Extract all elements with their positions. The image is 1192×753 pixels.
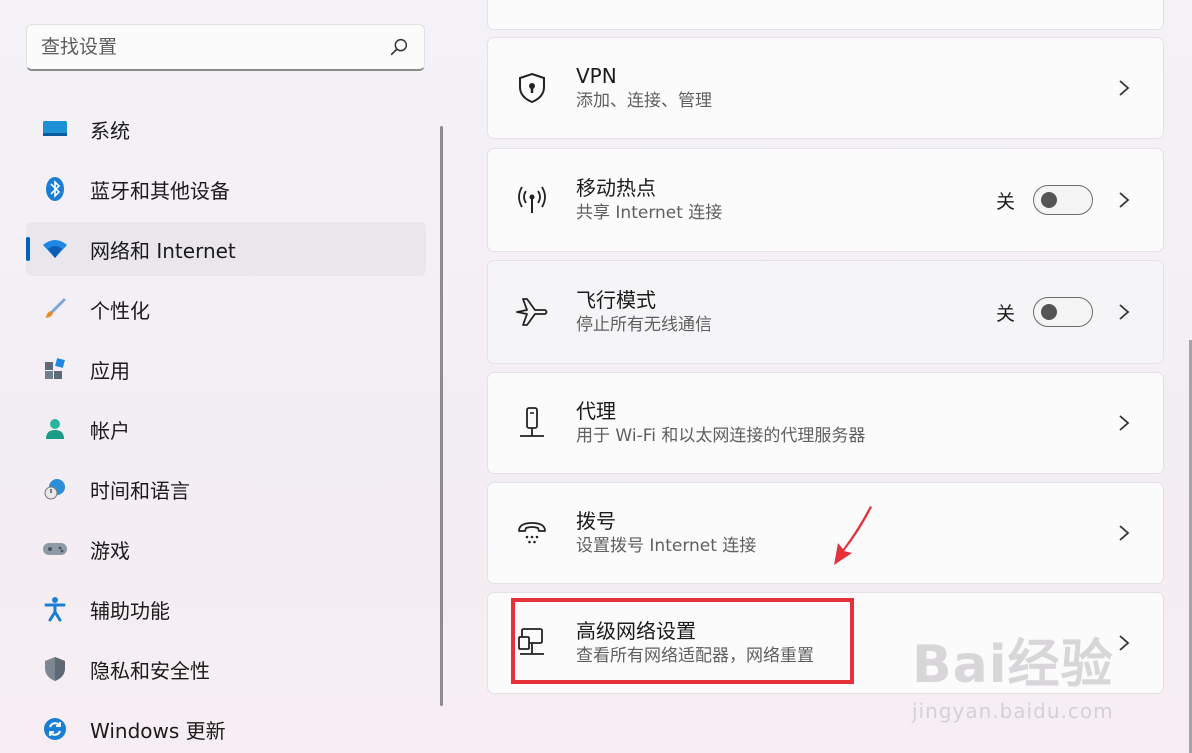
sidebar-item-privacy[interactable]: 隐私和安全性 — [26, 642, 426, 696]
chevron-right-icon — [1113, 77, 1135, 99]
sidebar-scrollbar[interactable] — [440, 126, 443, 706]
sidebar-item-label: 蓝牙和其他设备 — [90, 178, 230, 203]
monitor-icon — [42, 116, 68, 142]
airplane-icon — [512, 292, 552, 332]
sidebar-nav: 系统 蓝牙和其他设备 网络和 Internet 个性化 应用 帐户 时间和语言 … — [26, 102, 426, 753]
sidebar-item-bluetooth[interactable]: 蓝牙和其他设备 — [26, 162, 426, 216]
toggle-state-label: 关 — [995, 190, 1015, 213]
sidebar-item-label: 隐私和安全性 — [90, 658, 210, 683]
bluetooth-icon — [42, 176, 68, 202]
sidebar-item-label: 系统 — [90, 118, 130, 143]
card-mobile-hotspot[interactable]: 移动热点 共享 Internet 连接 关 — [487, 148, 1164, 252]
baidu-watermark: Bai经验 jingyan.baidu.com — [912, 622, 1182, 734]
sidebar-item-label: 网络和 Internet — [90, 238, 236, 263]
card-title: 代理 — [576, 399, 616, 423]
chevron-right-icon — [1113, 301, 1135, 323]
search-box[interactable] — [26, 24, 425, 71]
card-subtitle: 共享 Internet 连接 — [576, 203, 723, 223]
card-title: 飞行模式 — [576, 288, 656, 312]
card-dial-up[interactable]: 拨号 设置拨号 Internet 连接 — [487, 482, 1164, 584]
chevron-right-icon — [1113, 522, 1135, 544]
chevron-right-icon — [1113, 412, 1135, 434]
hotspot-toggle-group: 关 — [996, 185, 1093, 215]
chevron-right-icon — [1113, 189, 1135, 211]
person-icon — [42, 416, 68, 442]
card-title: VPN — [576, 64, 617, 88]
hotspot-toggle[interactable] — [1033, 185, 1093, 215]
card-subtitle: 用于 Wi-Fi 和以太网连接的代理服务器 — [576, 426, 866, 446]
annotation-arrow-icon — [834, 506, 872, 565]
sidebar-item-network[interactable]: 网络和 Internet — [26, 222, 426, 276]
toggle-knob — [1041, 304, 1057, 320]
wifi-icon — [42, 236, 68, 262]
sidebar-item-gaming[interactable]: 游戏 — [26, 522, 426, 576]
toggle-state-label: 关 — [995, 302, 1015, 325]
hotspot-icon — [512, 180, 552, 220]
annotation-highlight-box — [511, 598, 854, 684]
accessibility-icon — [42, 596, 68, 622]
proxy-icon — [512, 403, 552, 443]
airplane-toggle[interactable] — [1033, 297, 1093, 327]
clock-globe-icon — [42, 476, 68, 502]
watermark-main: Bai经验 — [912, 635, 1114, 695]
sidebar-item-label: 时间和语言 — [90, 478, 190, 503]
sidebar-item-label: 应用 — [90, 358, 130, 383]
sidebar-item-label: 帐户 — [90, 418, 130, 443]
card-partial-top[interactable] — [487, 0, 1164, 30]
sidebar-item-apps[interactable]: 应用 — [26, 342, 426, 396]
sidebar-item-label: 游戏 — [90, 538, 130, 563]
toggle-knob — [1041, 192, 1057, 208]
sidebar-item-system[interactable]: 系统 — [26, 102, 426, 156]
apps-icon — [42, 356, 68, 382]
search-input[interactable] — [41, 36, 388, 58]
sidebar-item-accounts[interactable]: 帐户 — [26, 402, 426, 456]
watermark-url: jingyan.baidu.com — [912, 699, 1114, 723]
shield-icon — [42, 656, 68, 682]
sidebar-item-label: 个性化 — [90, 298, 150, 323]
sidebar-item-personalization[interactable]: 个性化 — [26, 282, 426, 336]
card-title: 移动热点 — [576, 176, 656, 200]
sidebar-item-accessibility[interactable]: 辅助功能 — [26, 582, 426, 636]
card-subtitle: 停止所有无线通信 — [576, 315, 712, 335]
airplane-toggle-group: 关 — [996, 297, 1093, 327]
brush-icon — [42, 296, 68, 322]
dialup-phone-icon — [512, 513, 552, 553]
sidebar-item-label: Windows 更新 — [90, 718, 226, 743]
card-proxy[interactable]: 代理 用于 Wi-Fi 和以太网连接的代理服务器 — [487, 372, 1164, 474]
search-icon[interactable] — [388, 36, 410, 58]
sidebar-item-time-language[interactable]: 时间和语言 — [26, 462, 426, 516]
card-subtitle: 添加、连接、管理 — [576, 91, 712, 111]
sidebar-item-windows-update[interactable]: Windows 更新 — [26, 702, 426, 753]
card-airplane-mode[interactable]: 飞行模式 停止所有无线通信 关 — [487, 260, 1164, 364]
vpn-shield-icon — [512, 68, 552, 108]
card-vpn[interactable]: VPN 添加、连接、管理 — [487, 37, 1164, 139]
gamepad-icon — [42, 536, 68, 562]
update-icon — [42, 716, 68, 742]
sidebar-item-label: 辅助功能 — [90, 598, 170, 623]
